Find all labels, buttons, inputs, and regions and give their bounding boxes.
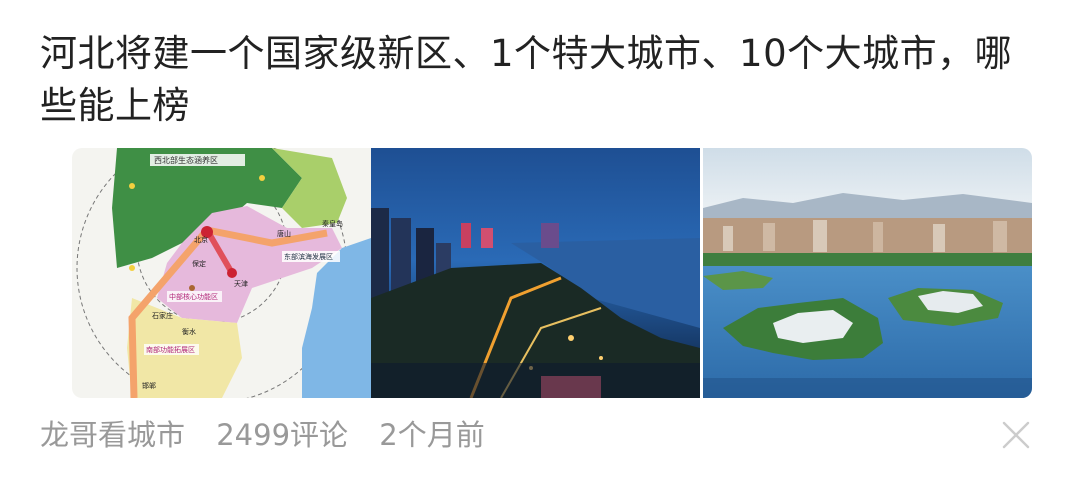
article-title[interactable]: 河北将建一个国家级新区、1个特大城市、10个大城市，哪些能上榜: [40, 28, 1030, 132]
news-card[interactable]: 河北将建一个国家级新区、1个特大城市、10个大城市，哪些能上榜 西北部生态涵养区…: [0, 0, 1072, 490]
close-icon[interactable]: [999, 418, 1033, 452]
lake-island-photo[interactable]: [703, 148, 1032, 398]
article-meta: 龙哥看城市 2499评论 2个月前: [40, 415, 507, 455]
publish-time: 2个月前: [379, 418, 485, 452]
source-name[interactable]: 龙哥看城市: [40, 418, 185, 452]
map-label-handan: 邯郸: [142, 381, 156, 390]
comment-count: 2499评论: [216, 418, 349, 452]
map-label-central: 中部核心功能区: [169, 292, 218, 301]
map-label-nw: 西北部生态涵养区: [154, 155, 218, 165]
map-label-shijiazhuang: 石家庄: [152, 311, 173, 320]
map-label-tianjin: 天津: [234, 280, 248, 288]
map-label-east: 东部滨海发展区: [284, 252, 333, 261]
map-label-baoding: 保定: [192, 259, 206, 268]
map-label-hengshui: 衡水: [182, 327, 196, 336]
image-gallery[interactable]: 西北部生态涵养区 东部滨海发展区 中部核心功能区 南部功能拓展区 天津 北京 石…: [72, 148, 1032, 398]
map-label-tangshan: 唐山: [277, 229, 291, 238]
map-label-south: 南部功能拓展区: [146, 345, 195, 354]
map-label-qinhuangdao: 秦皇岛: [322, 219, 343, 228]
city-night-photo[interactable]: [371, 148, 700, 398]
map-image[interactable]: 西北部生态涵养区 东部滨海发展区 中部核心功能区 南部功能拓展区 天津 北京 石…: [72, 148, 399, 398]
map-label-beijing: 北京: [194, 235, 208, 244]
